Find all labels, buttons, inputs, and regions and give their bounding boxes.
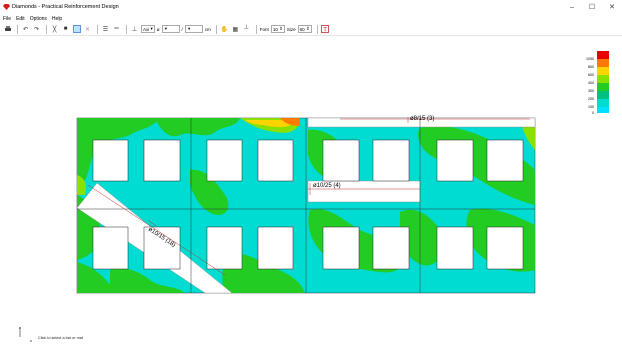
minimize-button[interactable]: –: [562, 0, 582, 14]
diameter-select[interactable]: ▾: [161, 25, 180, 33]
wall-opening: [486, 226, 524, 270]
wall-opening: [322, 226, 360, 270]
redo-icon[interactable]: ↷: [32, 25, 41, 34]
print-icon[interactable]: [3, 25, 12, 34]
wall-opening: [372, 226, 410, 270]
menu-options[interactable]: Options: [30, 16, 47, 22]
wall-opening: [486, 139, 524, 182]
legend-swatch: [597, 59, 609, 67]
menu-file[interactable]: File: [3, 16, 11, 22]
app-diamond-icon: [3, 4, 10, 10]
title-bar: Diamonds - Practical Reinforcement Desig…: [0, 0, 622, 14]
support-icon[interactable]: ┴: [242, 25, 251, 34]
undo-icon[interactable]: ↶: [21, 25, 30, 34]
wall-opening: [143, 139, 181, 182]
wall-opening: [206, 226, 243, 270]
legend-label: 200: [588, 97, 594, 101]
status-text: Click to select a bar or mat: [38, 336, 83, 340]
wall-opening: [92, 139, 129, 182]
toolbar: ↶ ↷ ╳ ■ ✕ ☰ ═ ⊥ Axi ▾ ø ▾ / ▾ cm ✋ ▦ ┴ F…: [0, 23, 622, 36]
close-button[interactable]: ✕: [602, 0, 622, 14]
svg-text:T: T: [323, 28, 327, 34]
wall-opening: [322, 139, 360, 182]
axis-z-label: z: [19, 326, 21, 330]
menu-bar: File Edit Options Help: [0, 14, 622, 23]
wall-contour-plot[interactable]: ø8/15 (3) ø10/25 (4) ø10/15 (18) 1050 80…: [0, 37, 622, 341]
axis-select[interactable]: Axi ▾: [141, 25, 155, 33]
wall-opening: [257, 139, 294, 182]
legend-label: 0: [592, 111, 594, 115]
size-spinner[interactable]: 60 ⇕: [297, 25, 312, 33]
maximize-button[interactable]: ☐: [582, 0, 602, 14]
legend-swatch: [597, 75, 609, 83]
legend-swatch: [597, 67, 609, 75]
wall-opening: [206, 139, 243, 182]
legend-label: 1050: [586, 57, 594, 61]
perpendicular-icon[interactable]: ⊥: [130, 25, 139, 34]
drawing-canvas[interactable]: ø8/15 (3) ø10/25 (4) ø10/15 (18) 1050 80…: [0, 37, 622, 341]
hand-pan-icon[interactable]: ✋: [220, 25, 229, 34]
wall-opening: [372, 139, 410, 182]
window-title: Diamonds - Practical Reinforcement Desig…: [12, 4, 119, 10]
size-label: Size: [286, 26, 296, 32]
bars-horizontal-icon[interactable]: ☰: [101, 25, 110, 34]
font-spinner[interactable]: 10 ⇕: [270, 25, 285, 33]
legend-swatch: [597, 91, 609, 99]
legend-label: 100: [588, 105, 594, 109]
legend-label: 400: [588, 81, 594, 85]
legend-swatch: [597, 51, 609, 59]
grid-icon[interactable]: [72, 25, 81, 34]
text-tool-icon[interactable]: T: [321, 25, 330, 34]
zoom-extents-icon[interactable]: ▦: [231, 25, 240, 34]
legend-label: 300: [588, 89, 594, 93]
font-label: Font: [259, 26, 269, 32]
wall-opening: [436, 226, 474, 270]
axis-indicator: [19, 327, 32, 341]
bar-annotation-top[interactable]: ø8/15 (3): [410, 116, 434, 122]
spacing-select[interactable]: ▾: [184, 25, 203, 33]
unit-label: cm: [204, 26, 211, 32]
legend-swatch: [597, 107, 609, 113]
fill-square-icon[interactable]: ■: [61, 25, 70, 34]
legend-swatch: [597, 99, 609, 107]
bar-annotation-middle[interactable]: ø10/25 (4): [313, 183, 341, 189]
legend-label: 600: [588, 73, 594, 77]
bars-spaced-icon[interactable]: ═: [112, 25, 121, 34]
color-legend: 1050 800 600 400 300 200 100 0: [586, 51, 609, 115]
wall-opening: [92, 226, 129, 270]
axis-x-label: x: [30, 339, 32, 343]
diameter-label: ø: [156, 26, 160, 32]
wall-opening: [257, 226, 294, 270]
wall-opening: [436, 139, 474, 182]
legend-swatch: [597, 83, 609, 91]
legend-label: 800: [588, 65, 594, 69]
menu-help[interactable]: Help: [52, 16, 62, 22]
close-small-icon[interactable]: ✕: [83, 25, 92, 34]
menu-edit[interactable]: Edit: [16, 16, 25, 22]
cross-delete-icon[interactable]: ╳: [50, 25, 59, 34]
